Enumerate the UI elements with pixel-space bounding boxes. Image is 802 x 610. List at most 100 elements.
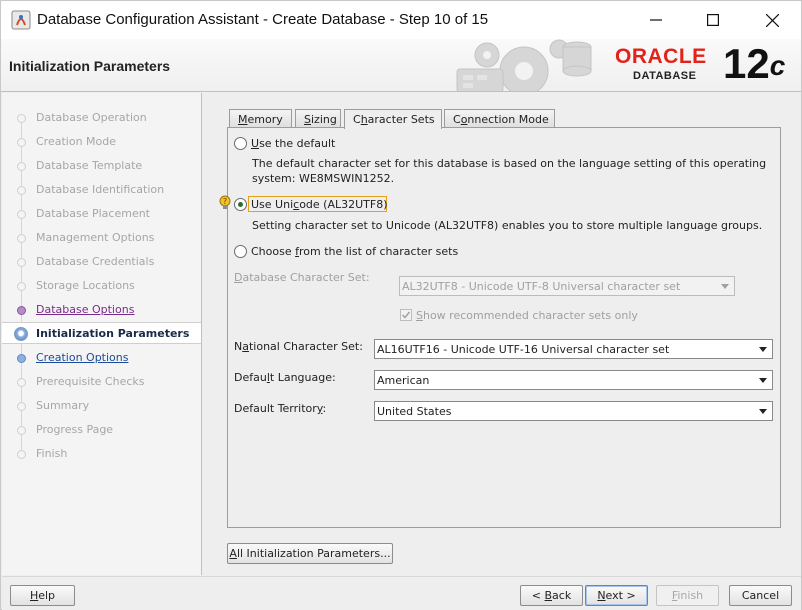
tab-character-sets[interactable]: Character Sets bbox=[344, 109, 442, 129]
dbca-window: Database Configuration Assistant - Creat… bbox=[0, 0, 802, 610]
oracle-wordmark: ORACLE bbox=[615, 45, 707, 68]
nav-step-label: Progress Page bbox=[36, 423, 114, 436]
checkmark-icon bbox=[401, 311, 411, 319]
footer-bar: Help < Back Next > Finish Cancel bbox=[2, 576, 801, 610]
step-indicator-icon bbox=[17, 138, 26, 147]
tab-connection-mode[interactable]: Connection Mode bbox=[444, 109, 555, 128]
page-header: Initialization Parameters ORACLE DATABAS… bbox=[1, 39, 801, 92]
tab-label-character-sets: Character Sets bbox=[353, 113, 435, 126]
finish-button[interactable]: Finish bbox=[656, 585, 719, 606]
nav-step-label: Database Operation bbox=[36, 111, 147, 124]
nav-step-label: Creation Mode bbox=[36, 135, 117, 148]
nav-step-database-operation: Database Operation bbox=[2, 107, 201, 129]
version-badge: 12c bbox=[723, 41, 785, 87]
version-suffix: c bbox=[769, 50, 786, 81]
nav-step-label: Database Template bbox=[36, 159, 143, 172]
maximize-button[interactable] bbox=[690, 1, 736, 39]
show-recommended-checkbox[interactable] bbox=[400, 309, 412, 321]
help-button[interactable]: Help bbox=[10, 585, 75, 606]
nav-step-database-credentials: Database Credentials bbox=[2, 251, 201, 273]
nav-step-label: Database Credentials bbox=[36, 255, 155, 268]
nav-step-creation-mode: Creation Mode bbox=[2, 131, 201, 153]
minimize-icon bbox=[650, 19, 662, 21]
nav-step-database-template: Database Template bbox=[2, 155, 201, 177]
step-indicator-icon bbox=[17, 114, 26, 123]
nav-step-initialization-parameters: Initialization Parameters bbox=[2, 322, 201, 344]
next-button[interactable]: Next > bbox=[585, 585, 648, 606]
chevron-down-icon bbox=[759, 378, 767, 383]
step-indicator-icon bbox=[17, 354, 26, 363]
use-default-radio[interactable] bbox=[234, 137, 247, 150]
national-charset-label: National Character Set: bbox=[234, 340, 363, 353]
gears-graphic-icon bbox=[456, 39, 592, 91]
step-indicator-icon bbox=[17, 426, 26, 435]
national-charset-value: AL16UTF16 - Unicode UTF-16 Universal cha… bbox=[377, 343, 670, 356]
default-language-label: Default Language: bbox=[234, 371, 336, 384]
use-unicode-radio[interactable] bbox=[234, 198, 247, 211]
close-button[interactable] bbox=[749, 1, 795, 39]
step-indicator-icon bbox=[17, 234, 26, 243]
chevron-down-icon bbox=[759, 347, 767, 352]
nav-step-summary: Summary bbox=[2, 395, 201, 417]
use-default-label: Use the default bbox=[251, 137, 336, 150]
show-recommended-label: Show recommended character sets only bbox=[416, 309, 638, 322]
nav-step-database-options[interactable]: Database Options bbox=[2, 299, 201, 321]
nav-step-label: Database Placement bbox=[36, 207, 150, 220]
use-unicode-description: Setting character set to Unicode (AL32UT… bbox=[252, 219, 763, 232]
step-indicator-icon bbox=[17, 282, 26, 291]
database-wordmark: DATABASE bbox=[633, 70, 697, 82]
step-indicator-icon bbox=[17, 258, 26, 267]
minimize-button[interactable] bbox=[633, 1, 679, 39]
main-content: Memory Sizing Character Sets Connection … bbox=[203, 93, 801, 575]
nav-step-finish: Finish bbox=[2, 443, 201, 465]
choose-from-list-label: Choose from the list of character sets bbox=[251, 245, 459, 258]
nav-step-creation-options[interactable]: Creation Options bbox=[2, 347, 201, 369]
nav-step-storage-locations: Storage Locations bbox=[2, 275, 201, 297]
nav-step-database-identification: Database Identification bbox=[2, 179, 201, 201]
nav-step-progress-page: Progress Page bbox=[2, 419, 201, 441]
step-indicator-icon bbox=[17, 186, 26, 195]
cancel-button[interactable]: Cancel bbox=[729, 585, 792, 606]
tab-label-sizing: Sizing bbox=[304, 113, 337, 126]
back-button[interactable]: < Back bbox=[520, 585, 583, 606]
default-territory-value: United States bbox=[377, 405, 452, 418]
choose-from-list-radio[interactable] bbox=[234, 245, 247, 258]
nav-step-label: Storage Locations bbox=[36, 279, 135, 292]
nav-step-label: Database Options bbox=[36, 303, 135, 316]
step-indicator-icon bbox=[17, 162, 26, 171]
steps-navigation: Database Operation Creation Mode Database … bbox=[2, 93, 202, 575]
step-indicator-icon bbox=[17, 210, 26, 219]
chevron-down-icon bbox=[721, 284, 729, 289]
nav-step-label: Finish bbox=[36, 447, 68, 460]
all-initialization-parameters-button[interactable]: All Initialization Parameters... bbox=[227, 543, 393, 564]
step-indicator-icon bbox=[17, 378, 26, 387]
default-language-select[interactable]: American bbox=[374, 370, 773, 390]
maximize-icon bbox=[707, 14, 719, 26]
default-territory-select[interactable]: United States bbox=[374, 401, 773, 421]
nav-step-label: Creation Options bbox=[36, 351, 129, 364]
tab-label-connection-mode: Connection Mode bbox=[453, 113, 549, 126]
nav-step-label: Prerequisite Checks bbox=[36, 375, 145, 388]
close-icon bbox=[765, 13, 779, 27]
nav-step-label: Summary bbox=[36, 399, 90, 412]
step-indicator-icon bbox=[17, 306, 26, 315]
tab-memory[interactable]: Memory bbox=[229, 109, 292, 128]
use-default-description-line2: system: WE8MSWIN1252. bbox=[252, 172, 395, 185]
lightbulb-hint-icon: ? bbox=[219, 195, 231, 209]
default-language-value: American bbox=[377, 374, 430, 387]
step-indicator-icon bbox=[17, 450, 26, 459]
tab-sizing[interactable]: Sizing bbox=[295, 109, 341, 128]
window-title: Database Configuration Assistant - Creat… bbox=[37, 11, 489, 28]
svg-text:?: ? bbox=[223, 197, 227, 206]
nav-step-prerequisite-checks: Prerequisite Checks bbox=[2, 371, 201, 393]
nav-step-management-options: Management Options bbox=[2, 227, 201, 249]
step-indicator-icon bbox=[14, 327, 28, 341]
dbca-app-icon bbox=[11, 10, 31, 30]
chevron-down-icon bbox=[759, 409, 767, 414]
version-number: 12 bbox=[723, 40, 770, 87]
page-title: Initialization Parameters bbox=[9, 58, 171, 74]
national-charset-select[interactable]: AL16UTF16 - Unicode UTF-16 Universal cha… bbox=[374, 339, 773, 359]
nav-step-label: Initialization Parameters bbox=[36, 327, 190, 340]
database-charset-value: AL32UTF8 - Unicode UTF-8 Universal chara… bbox=[402, 280, 681, 293]
database-charset-select[interactable]: AL32UTF8 - Unicode UTF-8 Universal chara… bbox=[399, 276, 735, 296]
